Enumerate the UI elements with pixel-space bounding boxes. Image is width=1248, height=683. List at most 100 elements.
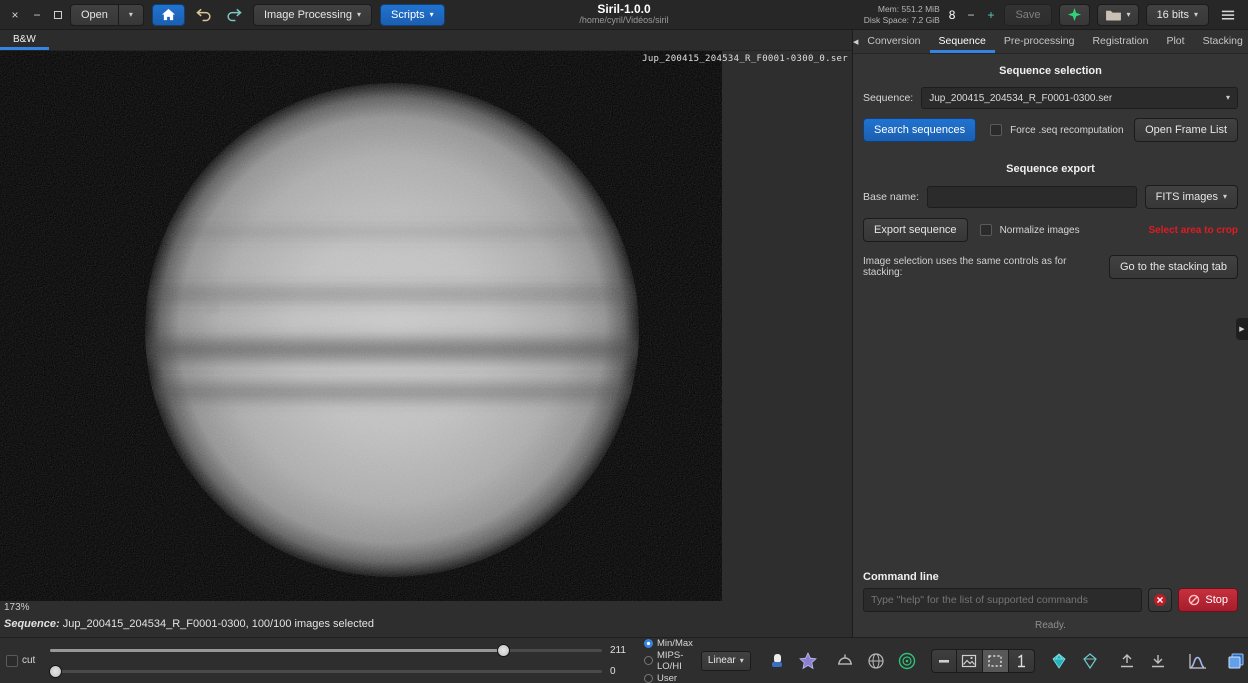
one-icon bbox=[1011, 651, 1031, 671]
command-input[interactable] bbox=[863, 588, 1142, 612]
snapshot-button[interactable] bbox=[1059, 4, 1090, 26]
selection-mode-button[interactable] bbox=[983, 649, 1009, 673]
sequence-combobox[interactable]: Jup_200415_204534_R_F0001-0300.ser ▾ bbox=[921, 87, 1238, 109]
low-slider-handle[interactable] bbox=[49, 665, 62, 678]
image-canvas[interactable] bbox=[0, 51, 722, 601]
hamburger-icon bbox=[1220, 8, 1236, 22]
radio-user[interactable]: User bbox=[644, 673, 693, 683]
search-sequences-button[interactable]: Search sequences bbox=[863, 118, 976, 142]
go-to-stacking-button[interactable]: Go to the stacking tab bbox=[1109, 255, 1238, 279]
export-format-dropdown[interactable]: FITS images▾ bbox=[1145, 185, 1238, 209]
low-level-slider[interactable] bbox=[50, 665, 602, 678]
image-view-button[interactable] bbox=[957, 649, 983, 673]
celestial-grid-icon[interactable] bbox=[866, 651, 886, 671]
export-up-icon[interactable] bbox=[1117, 651, 1137, 671]
display-control-bar: cut 211 0 Min/Max MIPS-LO/HI bbox=[0, 637, 1248, 683]
panel-tabs: ◀ Conversion Sequence Pre-processing Reg… bbox=[853, 30, 1248, 54]
select-area-hint: Select area to crop bbox=[1149, 225, 1238, 236]
sequence-export-title: Sequence export bbox=[863, 163, 1238, 175]
image-viewer-pane: B&W bbox=[0, 30, 852, 637]
cut-checkbox[interactable] bbox=[6, 655, 18, 667]
open-frame-list-button[interactable]: Open Frame List bbox=[1134, 118, 1238, 142]
status-ready: Ready. bbox=[863, 617, 1238, 633]
bit-depth-dropdown[interactable]: 16 bits▾ bbox=[1146, 4, 1209, 26]
force-seq-checkbox[interactable] bbox=[990, 124, 1002, 136]
zoom-level: 173% bbox=[0, 601, 852, 616]
image-canvas-area[interactable]: Jup_200415_204534_R_F0001-0300_0.ser bbox=[0, 51, 852, 601]
scripts-label: Scripts bbox=[391, 9, 425, 21]
search-sequences-label: Search sequences bbox=[874, 124, 965, 136]
main-area: B&W bbox=[0, 30, 1248, 637]
maximize-window-icon[interactable] bbox=[54, 11, 62, 19]
undo-button[interactable] bbox=[193, 4, 215, 26]
green-sparkle-icon bbox=[1067, 7, 1082, 22]
tab-sequence[interactable]: Sequence bbox=[930, 30, 995, 53]
import-down-icon[interactable] bbox=[1148, 651, 1168, 671]
tab-stacking[interactable]: Stacking bbox=[1194, 30, 1248, 53]
base-name-label: Base name: bbox=[863, 191, 919, 203]
high-level-slider[interactable] bbox=[50, 644, 602, 657]
channel-tab-bw[interactable]: B&W bbox=[0, 31, 49, 50]
command-clear-button[interactable] bbox=[1148, 588, 1172, 612]
level-values: 211 0 bbox=[610, 644, 636, 678]
slider-track bbox=[50, 670, 602, 673]
selection-icon bbox=[985, 651, 1005, 671]
memory-status: Mem: 551.2 MiB Disk Space: 7.2 GiB bbox=[864, 4, 940, 25]
sequence-select-row: Sequence: Jup_200415_204534_R_F0001-0300… bbox=[863, 87, 1238, 109]
negative-view-button[interactable] bbox=[931, 649, 957, 673]
home-button[interactable] bbox=[152, 4, 185, 26]
layers-icon[interactable] bbox=[1226, 651, 1246, 671]
display-mode-dropdown[interactable]: Linear ▾ bbox=[701, 651, 751, 671]
export-sequence-button[interactable]: Export sequence bbox=[863, 218, 968, 242]
window-title-block: Siril-1.0.0 /home/cyril/Vidéos/siril bbox=[579, 3, 668, 26]
panel-expander-handle[interactable]: ▶ bbox=[1236, 318, 1248, 340]
force-seq-label: Force .seq recomputation bbox=[1010, 125, 1123, 136]
open-button[interactable]: Open bbox=[70, 4, 119, 26]
minimize-window-icon[interactable]: − bbox=[30, 8, 44, 22]
save-button[interactable]: Save bbox=[1004, 4, 1051, 26]
undo-icon bbox=[195, 7, 213, 22]
spin-plus-button[interactable]: + bbox=[984, 8, 997, 22]
menu-button[interactable] bbox=[1216, 4, 1240, 26]
image-processing-label: Image Processing bbox=[264, 9, 352, 21]
observatory-dome-icon[interactable] bbox=[835, 651, 855, 671]
chevron-down-icon: ▾ bbox=[430, 11, 434, 19]
single-frame-button[interactable] bbox=[1009, 649, 1035, 673]
base-name-input[interactable] bbox=[927, 186, 1137, 208]
normalize-images-checkbox[interactable] bbox=[980, 224, 992, 236]
view-mode-button-group bbox=[931, 649, 1035, 673]
level-sliders bbox=[50, 644, 602, 678]
radio-mips[interactable]: MIPS-LO/HI bbox=[644, 650, 693, 672]
sequence-selection-title: Sequence selection bbox=[863, 65, 1238, 77]
tab-conversion[interactable]: Conversion bbox=[858, 30, 929, 53]
high-level-value: 211 bbox=[610, 644, 636, 657]
chevron-down-icon: ▾ bbox=[1223, 193, 1227, 201]
spin-minus-button[interactable]: − bbox=[964, 8, 977, 22]
open-label: Open bbox=[81, 9, 108, 21]
histogram-icon[interactable] bbox=[1187, 651, 1209, 671]
radio-minmax[interactable]: Min/Max bbox=[644, 638, 693, 649]
gem-outline-icon[interactable] bbox=[1080, 651, 1100, 671]
home-icon bbox=[161, 8, 176, 21]
image-processing-button[interactable]: Image Processing ▾ bbox=[253, 4, 372, 26]
right-panel: ◀ Conversion Sequence Pre-processing Reg… bbox=[852, 30, 1248, 637]
close-window-icon[interactable]: × bbox=[8, 8, 22, 22]
tab-plot[interactable]: Plot bbox=[1157, 30, 1193, 53]
stop-button[interactable]: Stop bbox=[1178, 588, 1238, 612]
pan-hand-icon[interactable] bbox=[767, 651, 787, 671]
redo-button[interactable] bbox=[223, 4, 245, 26]
scripts-button[interactable]: Scripts ▾ bbox=[380, 4, 445, 26]
star-detection-icon[interactable] bbox=[798, 651, 818, 671]
export-actions-row: Export sequence Normalize images Select … bbox=[863, 218, 1238, 242]
stacking-note-row: Image selection uses the same controls a… bbox=[863, 255, 1238, 279]
high-slider-handle[interactable] bbox=[497, 644, 510, 657]
export-sequence-label: Export sequence bbox=[874, 224, 957, 236]
photometry-icon[interactable] bbox=[897, 651, 917, 671]
tab-pre-processing[interactable]: Pre-processing bbox=[995, 30, 1084, 53]
open-recent-dropdown[interactable]: ▾ bbox=[119, 4, 144, 26]
chevron-down-icon: ▾ bbox=[740, 657, 744, 665]
tab-registration[interactable]: Registration bbox=[1083, 30, 1157, 53]
change-directory-button[interactable]: ▾ bbox=[1097, 4, 1139, 26]
gem-icon[interactable] bbox=[1049, 651, 1069, 671]
chevron-down-icon: ▾ bbox=[357, 11, 361, 19]
